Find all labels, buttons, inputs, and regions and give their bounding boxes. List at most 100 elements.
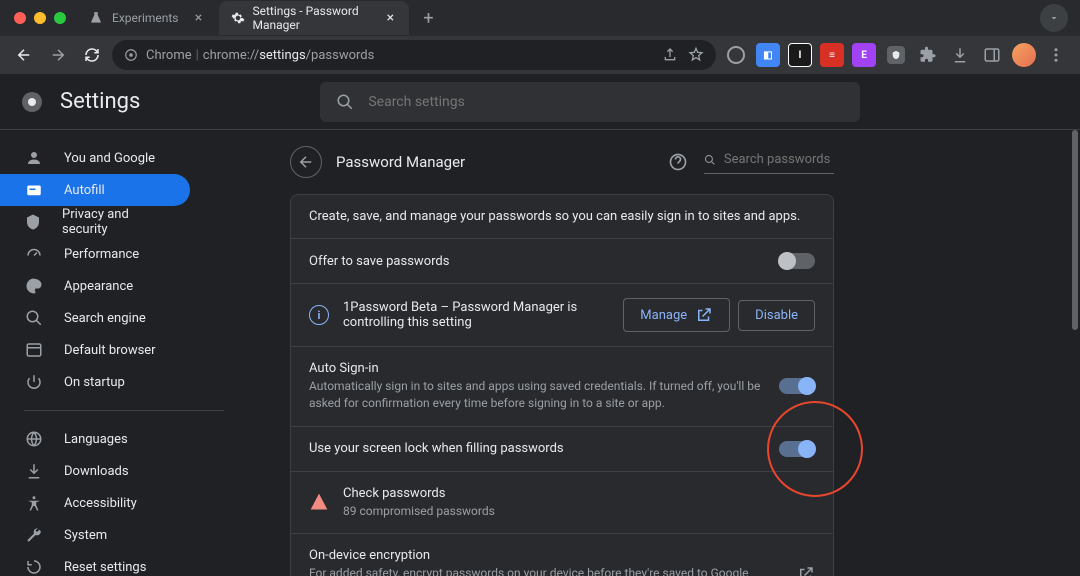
gear-icon: [231, 10, 245, 26]
sidebar-item-search-engine[interactable]: Search engine: [0, 302, 190, 334]
sidebar-item-languages[interactable]: Languages: [0, 423, 190, 455]
shield-icon: [24, 212, 42, 232]
close-tab-icon[interactable]: ×: [191, 10, 207, 26]
encryption-row[interactable]: On-device encryption For added safety, e…: [291, 533, 833, 576]
check-passwords-title: Check passwords: [343, 486, 815, 501]
browser-toolbar: Chrome | chrome://settings/passwords ◧ I…: [0, 36, 1080, 74]
url-text: Chrome | chrome://settings/passwords: [146, 48, 374, 63]
close-window-button[interactable]: [14, 12, 26, 24]
power-icon: [24, 372, 44, 392]
extension-2-icon[interactable]: ◧: [754, 41, 782, 69]
search-passwords-input[interactable]: [724, 152, 834, 167]
extension-1-icon[interactable]: [722, 41, 750, 69]
extension-6-icon[interactable]: [882, 41, 910, 69]
extension-4-icon[interactable]: ≡: [818, 41, 846, 69]
external-link-icon: [797, 565, 815, 576]
accessibility-icon: [24, 493, 44, 513]
forward-button[interactable]: [44, 41, 72, 69]
menu-button[interactable]: [1042, 41, 1070, 69]
auto-signin-toggle[interactable]: [779, 378, 815, 394]
side-panel-icon[interactable]: [978, 41, 1006, 69]
auto-signin-title: Auto Sign-in: [309, 361, 779, 376]
search-icon: [704, 153, 716, 167]
sidebar-item-accessibility[interactable]: Accessibility: [0, 487, 190, 519]
profile-avatar[interactable]: [1010, 41, 1038, 69]
auto-signin-desc: Automatically sign in to sites and apps …: [309, 378, 779, 412]
intro-card: Create, save, and manage your passwords …: [290, 194, 834, 576]
tabs-bar: Experiments × Settings - Password Manage…: [0, 0, 1080, 36]
sidebar-item-you-and-google[interactable]: You and Google: [0, 142, 190, 174]
extension-icons: ◧ I ≡ E: [722, 41, 1070, 69]
minimize-window-button[interactable]: [34, 12, 46, 24]
page-title: Password Manager: [336, 153, 652, 171]
close-tab-icon[interactable]: ×: [384, 10, 396, 26]
back-arrow-button[interactable]: [290, 146, 322, 178]
address-bar[interactable]: Chrome | chrome://settings/passwords: [112, 40, 716, 70]
warning-icon: [309, 492, 329, 512]
download-icon: [24, 461, 44, 481]
settings-search-input[interactable]: [368, 94, 844, 110]
speed-icon: [24, 244, 44, 264]
sidebar-item-privacy[interactable]: Privacy and security: [0, 206, 190, 238]
controller-text: 1Password Beta – Password Manager is con…: [343, 300, 623, 330]
extension-5-icon[interactable]: E: [850, 41, 878, 69]
tab-overflow-button[interactable]: [1040, 4, 1068, 32]
sidebar-item-performance[interactable]: Performance: [0, 238, 190, 270]
share-icon[interactable]: [662, 47, 678, 63]
tab-label: Experiments: [112, 11, 179, 25]
intro-text: Create, save, and manage your passwords …: [309, 209, 815, 224]
window-icon: [24, 340, 44, 360]
browser-chrome: Experiments × Settings - Password Manage…: [0, 0, 1080, 74]
encryption-desc: For added safety, encrypt passwords on y…: [309, 565, 797, 576]
tab-settings-passwords[interactable]: Settings - Password Manager ×: [219, 1, 409, 35]
reset-icon: [24, 557, 44, 576]
check-passwords-desc: 89 compromised passwords: [343, 503, 815, 520]
palette-icon: [24, 276, 44, 296]
sidebar-item-reset[interactable]: Reset settings: [0, 551, 190, 576]
offer-save-label: Offer to save passwords: [309, 254, 779, 269]
globe-icon: [24, 429, 44, 449]
screen-lock-toggle[interactable]: [779, 441, 815, 457]
extensions-puzzle-icon[interactable]: [914, 41, 942, 69]
settings-content: Password Manager Create, save, and manag…: [256, 130, 1080, 576]
info-icon: i: [309, 305, 329, 325]
reload-button[interactable]: [78, 41, 106, 69]
disable-button[interactable]: Disable: [738, 300, 815, 331]
page-header: Password Manager: [290, 130, 834, 194]
sidebar-item-downloads[interactable]: Downloads: [0, 455, 190, 487]
sidebar-item-on-startup[interactable]: On startup: [0, 366, 190, 398]
sidebar-divider: [24, 410, 224, 411]
sidebar-item-system[interactable]: System: [0, 519, 190, 551]
external-link-icon: [695, 306, 713, 324]
search-passwords-box[interactable]: [704, 150, 834, 174]
chrome-logo-icon: [20, 90, 44, 114]
scrollbar[interactable]: [1072, 130, 1078, 330]
flask-icon: [88, 10, 104, 26]
settings-title: Settings: [60, 89, 140, 114]
card-icon: [24, 180, 44, 200]
sidebar-item-appearance[interactable]: Appearance: [0, 270, 190, 302]
encryption-title: On-device encryption: [309, 548, 797, 563]
settings-header: Settings: [0, 74, 1080, 130]
screen-lock-label: Use your screen lock when filling passwo…: [309, 441, 779, 456]
sidebar-item-default-browser[interactable]: Default browser: [0, 334, 190, 366]
back-button[interactable]: [10, 41, 38, 69]
tab-experiments[interactable]: Experiments ×: [76, 1, 219, 35]
tab-label: Settings - Password Manager: [253, 4, 373, 32]
settings-search-box[interactable]: [320, 82, 860, 122]
tune-icon: [124, 48, 138, 62]
wrench-icon: [24, 525, 44, 545]
settings-sidebar: You and Google Autofill Privacy and secu…: [0, 130, 256, 576]
downloads-icon[interactable]: [946, 41, 974, 69]
sidebar-item-autofill[interactable]: Autofill: [0, 174, 190, 206]
window-controls: [0, 0, 80, 36]
new-tab-button[interactable]: +: [415, 4, 443, 32]
person-icon: [24, 148, 44, 168]
maximize-window-button[interactable]: [54, 12, 66, 24]
extension-3-icon[interactable]: I: [786, 41, 814, 69]
offer-save-toggle[interactable]: [779, 253, 815, 269]
bookmark-star-icon[interactable]: [688, 47, 704, 63]
help-icon[interactable]: [666, 150, 690, 174]
manage-button[interactable]: Manage: [623, 298, 730, 332]
search-icon: [24, 308, 44, 328]
